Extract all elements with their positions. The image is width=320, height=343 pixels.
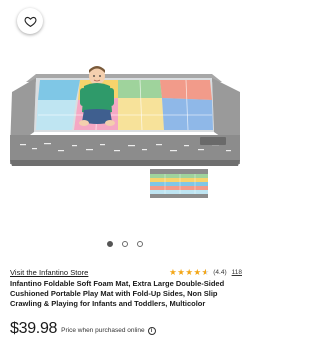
star-icon: ★ bbox=[185, 266, 193, 277]
review-count-link[interactable]: 118 bbox=[232, 269, 242, 276]
product-image bbox=[10, 66, 240, 198]
favorite-button[interactable] bbox=[17, 8, 43, 34]
price-note: Price when purchased online bbox=[61, 327, 145, 334]
product-title: Infantino Foldable Soft Foam Mat, Extra … bbox=[10, 279, 225, 308]
gallery-pagination[interactable] bbox=[0, 239, 250, 249]
rating-value: (4.4) bbox=[213, 268, 227, 276]
store-link[interactable]: Visit the Infantino Store bbox=[10, 268, 88, 277]
rating[interactable]: ★ ★ ★ ★ ★ (4.4) 118 bbox=[169, 268, 242, 277]
gallery-dot-2[interactable] bbox=[122, 241, 128, 247]
star-icon: ★ bbox=[193, 266, 202, 277]
info-icon[interactable]: i bbox=[147, 326, 156, 335]
price-row: $39.98 Price when purchased online i bbox=[10, 318, 156, 340]
heart-outline-icon bbox=[23, 16, 37, 27]
price: $39.98 bbox=[10, 320, 58, 337]
store-rating-row: Visit the Infantino Store ★ ★ ★ ★ ★ (4.4… bbox=[10, 266, 242, 278]
gallery-dot-3[interactable] bbox=[137, 241, 143, 247]
rating-stars: ★ ★ ★ ★ ★ bbox=[169, 268, 209, 277]
product-image-gallery[interactable] bbox=[0, 0, 250, 232]
star-icon: ★ bbox=[169, 266, 177, 277]
star-half-icon: ★ bbox=[202, 268, 210, 277]
star-icon: ★ bbox=[177, 266, 185, 277]
gallery-dot-1[interactable] bbox=[107, 241, 113, 247]
